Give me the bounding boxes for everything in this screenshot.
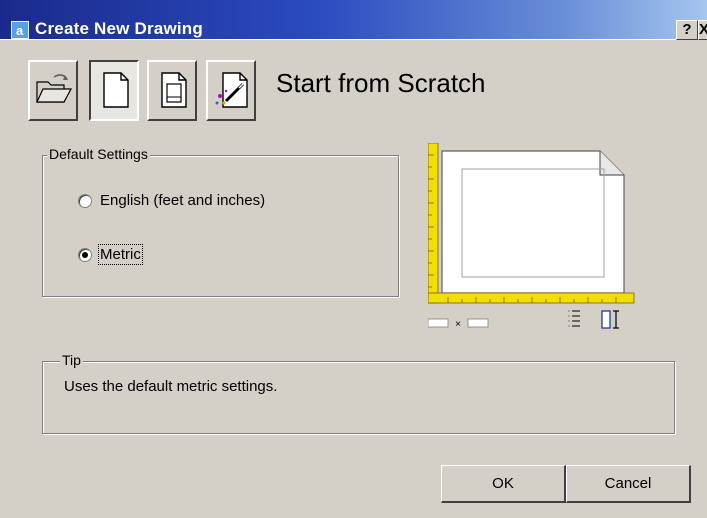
metric-label[interactable]: Metric <box>98 244 143 265</box>
cancel-button[interactable]: Cancel <box>566 465 691 503</box>
height-bracket-icon <box>601 310 619 329</box>
title-bar[interactable]: a Create New Drawing ? X <box>0 0 707 40</box>
page-heading: Start from Scratch <box>276 68 486 98</box>
blank-page-icon <box>103 72 129 108</box>
drawing-preview: × <box>427 142 638 341</box>
size-separator: × <box>455 319 461 330</box>
tip-group <box>42 361 675 434</box>
metric-option[interactable]: Metric <box>78 244 143 265</box>
metric-radio[interactable] <box>78 247 92 262</box>
app-icon: a <box>11 21 29 39</box>
list-lines-icon <box>568 310 580 327</box>
ok-button[interactable]: OK <box>441 465 566 503</box>
default-settings-label: Default Settings <box>47 146 150 162</box>
english-label[interactable]: English (feet and inches) <box>100 192 265 209</box>
svg-text:a: a <box>16 23 24 38</box>
help-button[interactable]: ? <box>676 20 698 40</box>
open-drawing-button[interactable] <box>28 60 78 121</box>
folder-open-icon <box>36 74 73 103</box>
template-page-icon <box>161 72 187 108</box>
tip-text: Uses the default metric settings. <box>64 378 278 395</box>
tip-label: Tip <box>60 352 83 368</box>
english-radio[interactable] <box>78 193 92 208</box>
close-button[interactable]: X <box>698 20 707 40</box>
english-option[interactable]: English (feet and inches) <box>78 192 265 209</box>
wizard-page-icon <box>215 72 248 108</box>
start-from-scratch-button[interactable] <box>89 60 139 121</box>
use-template-button[interactable] <box>147 60 197 121</box>
window-title: Create New Drawing <box>35 19 203 38</box>
use-wizard-button[interactable] <box>206 60 256 121</box>
default-settings-group <box>42 155 399 297</box>
